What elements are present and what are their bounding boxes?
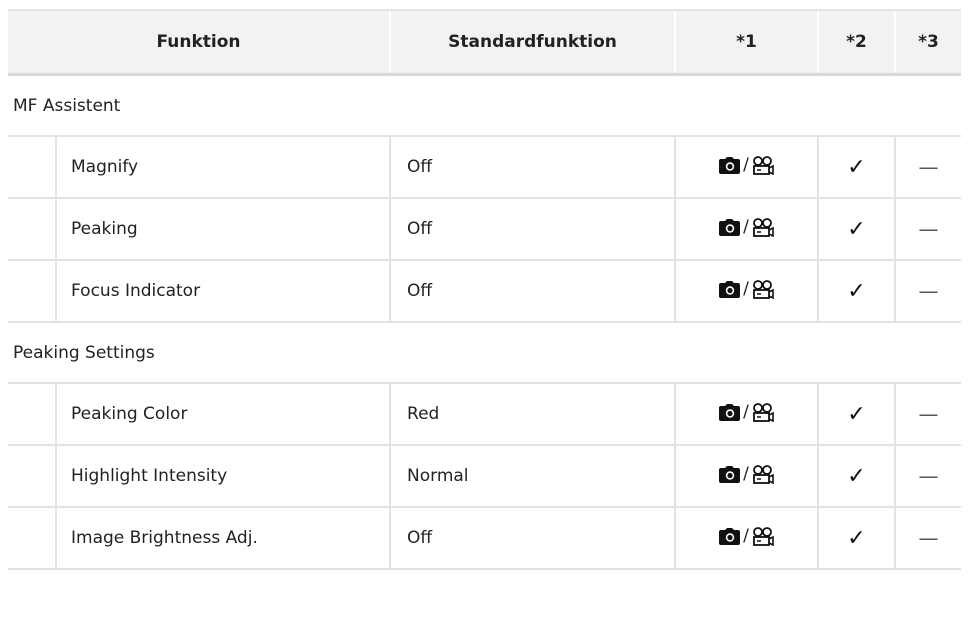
- camera-icon: [719, 465, 741, 483]
- mode-separator: /: [743, 279, 749, 300]
- dash: —: [895, 507, 962, 570]
- checkmark: ✓: [818, 383, 897, 446]
- mode-separator: /: [743, 155, 749, 176]
- camera-icon: [719, 218, 741, 236]
- row-indent: [8, 136, 57, 199]
- function-name: Peaking Color: [56, 383, 392, 446]
- mode-cell: /: [675, 445, 820, 508]
- checkmark: ✓: [818, 507, 897, 570]
- camera-icon: [719, 280, 741, 298]
- mode-cell: /: [675, 260, 820, 323]
- camera-icon: [719, 156, 741, 174]
- row-indent: [8, 445, 57, 508]
- mode-separator: /: [743, 217, 749, 238]
- movie-camera-icon: [752, 464, 774, 484]
- row-indent: [8, 507, 57, 570]
- section-row: Peaking Settings: [8, 322, 962, 384]
- mode-cell: /: [675, 507, 820, 570]
- header-row: Funktion Standardfunktion *1 *2 *3: [8, 9, 962, 76]
- mode-separator: /: [743, 402, 749, 423]
- row-indent: [8, 383, 57, 446]
- header-col1: *1: [674, 9, 819, 76]
- table-row: Focus Indicator Off / ✓ —: [8, 260, 962, 323]
- dash: —: [895, 260, 962, 323]
- settings-table: Funktion Standardfunktion *1 *2 *3 MF As…: [8, 9, 962, 570]
- checkmark: ✓: [818, 136, 897, 199]
- default-value: Off: [390, 136, 677, 199]
- table-row: Magnify Off / ✓ —: [8, 136, 962, 199]
- row-indent: [8, 260, 57, 323]
- movie-camera-icon: [752, 155, 774, 175]
- dash: —: [895, 383, 962, 446]
- section-title: Peaking Settings: [8, 322, 962, 384]
- header-funktion: Funktion: [8, 9, 391, 76]
- checkmark: ✓: [818, 445, 897, 508]
- header-standardfunktion: Standardfunktion: [389, 9, 676, 76]
- default-value: Off: [390, 198, 677, 261]
- dash: —: [895, 445, 962, 508]
- mode-cell: /: [675, 136, 820, 199]
- movie-camera-icon: [752, 279, 774, 299]
- header-col2: *2: [817, 9, 896, 76]
- section-row: MF Assistent: [8, 74, 962, 137]
- function-name: Magnify: [56, 136, 392, 199]
- function-name: Image Brightness Adj.: [56, 507, 392, 570]
- dash: —: [895, 198, 962, 261]
- default-value: Off: [390, 260, 677, 323]
- function-name: Highlight Intensity: [56, 445, 392, 508]
- default-value: Normal: [390, 445, 677, 508]
- section-title: MF Assistent: [8, 74, 962, 137]
- camera-icon: [719, 527, 741, 545]
- function-name: Peaking: [56, 198, 392, 261]
- table-row: Image Brightness Adj. Off / ✓ —: [8, 507, 962, 570]
- table-row: Highlight Intensity Normal / ✓ —: [8, 445, 962, 508]
- movie-camera-icon: [752, 402, 774, 422]
- table-row: Peaking Off / ✓ —: [8, 198, 962, 261]
- row-indent: [8, 198, 57, 261]
- mode-cell: /: [675, 198, 820, 261]
- header-col3: *3: [894, 9, 962, 76]
- checkmark: ✓: [818, 260, 897, 323]
- movie-camera-icon: [752, 217, 774, 237]
- dash: —: [895, 136, 962, 199]
- movie-camera-icon: [752, 526, 774, 546]
- default-value: Off: [390, 507, 677, 570]
- mode-separator: /: [743, 464, 749, 485]
- mode-cell: /: [675, 383, 820, 446]
- function-name: Focus Indicator: [56, 260, 392, 323]
- mode-separator: /: [743, 526, 749, 547]
- default-value: Red: [390, 383, 677, 446]
- table-row: Peaking Color Red / ✓ —: [8, 383, 962, 446]
- camera-icon: [719, 403, 741, 421]
- checkmark: ✓: [818, 198, 897, 261]
